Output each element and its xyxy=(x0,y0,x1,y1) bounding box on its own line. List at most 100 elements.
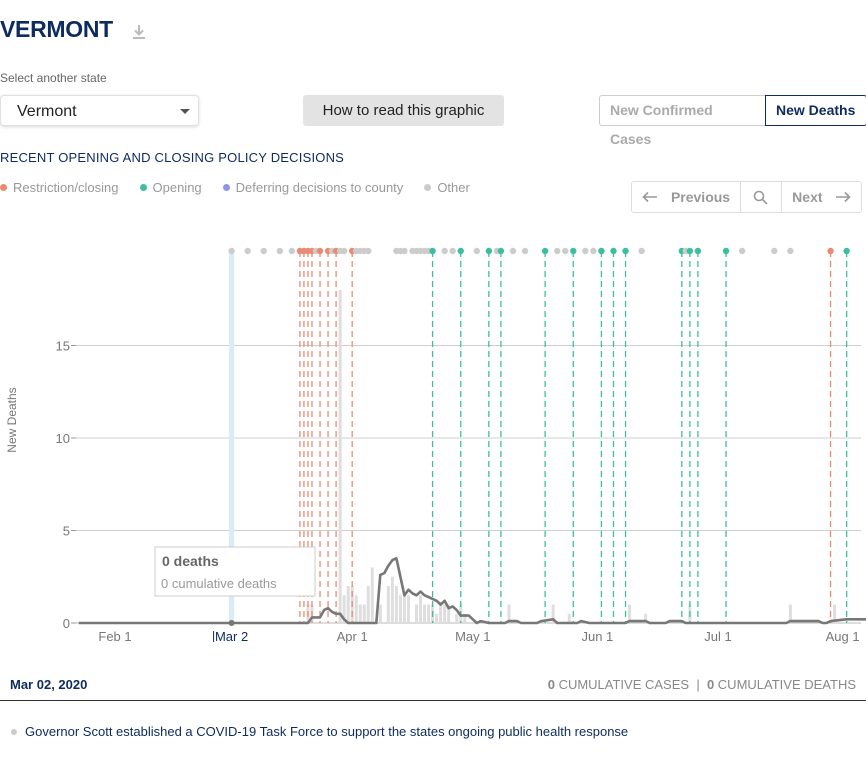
daily-bar xyxy=(435,613,439,623)
daily-bar xyxy=(455,613,459,623)
other-policy-dot xyxy=(473,247,480,255)
opening-policy-dot xyxy=(694,247,702,255)
legend-label: Other xyxy=(437,180,470,195)
daily-bar xyxy=(427,604,431,623)
other-policy-dot xyxy=(340,247,348,255)
opening-policy-dot xyxy=(457,247,464,255)
x-tick-label: Apr 1 xyxy=(337,629,368,644)
closing-policy-dot xyxy=(316,247,324,255)
cumulative-totals: 0 CUMULATIVE CASES | 0 CUMULATIVE DEATHS xyxy=(548,677,856,692)
legend-label: Deferring decisions to county xyxy=(235,180,404,195)
opening-policy-dot xyxy=(485,247,493,255)
daily-bar xyxy=(390,576,394,623)
next-button[interactable]: Next xyxy=(782,182,861,212)
other-policy-dot xyxy=(244,247,251,255)
opening-policy-dot xyxy=(843,247,850,255)
chevron-down-icon xyxy=(180,109,190,114)
daily-bar xyxy=(338,290,342,623)
other-policy-dot xyxy=(771,247,778,255)
arrow-right-icon xyxy=(835,191,851,203)
legend-label: Restriction/closing xyxy=(13,180,119,195)
opening-policy-dot xyxy=(622,247,629,255)
cumulative-cases-value: 0 xyxy=(547,677,555,692)
closing-policy-dot xyxy=(827,247,834,255)
event-pager: Previous Next xyxy=(631,181,862,213)
daily-bar xyxy=(366,586,370,623)
daily-bar xyxy=(406,595,410,623)
legend-item-closing: Restriction/closing xyxy=(0,180,119,195)
arrow-left-icon xyxy=(642,191,657,203)
county-dot-icon xyxy=(222,184,230,191)
y-tick-label: 5 xyxy=(63,524,70,539)
daily-bar xyxy=(346,586,350,623)
tooltip-cumulative: 0 cumulative deaths xyxy=(161,576,277,591)
other-dot-icon xyxy=(11,728,17,735)
daily-bar xyxy=(358,604,362,623)
other-policy-dot xyxy=(276,247,284,255)
other-policy-dot xyxy=(787,247,794,255)
other-policy-dot xyxy=(365,247,372,255)
selected-point xyxy=(228,620,235,626)
daily-bar xyxy=(354,595,358,623)
other-policy-dot xyxy=(260,247,267,255)
x-tick-label: Jul 1 xyxy=(704,629,731,644)
new-deaths-tab[interactable]: New Deaths xyxy=(765,95,866,126)
daily-bar xyxy=(370,567,374,623)
chart-tooltip: 0 deaths 0 cumulative deaths xyxy=(154,546,316,597)
policy-event-text: Governor Scott established a COVID-19 Ta… xyxy=(25,724,629,739)
page-title: VERMONT xyxy=(0,16,113,42)
opening-policy-dot xyxy=(722,247,730,255)
other-policy-dot xyxy=(509,247,517,255)
daily-bar xyxy=(415,604,418,623)
state-select-value: Vermont xyxy=(17,103,77,120)
x-tick-label: May 1 xyxy=(455,629,490,644)
other-policy-dot xyxy=(449,247,456,255)
previous-label: Previous xyxy=(670,189,731,205)
policy-event-item[interactable]: Governor Scott established a COVID-19 Ta… xyxy=(11,724,628,739)
tooltip-value: 0 deaths xyxy=(162,553,219,569)
opening-policy-dot xyxy=(686,247,694,255)
other-policy-dot xyxy=(638,247,645,255)
x-tick-label: Feb 1 xyxy=(98,629,131,644)
state-select[interactable]: Vermont xyxy=(0,95,199,126)
other-policy-dot xyxy=(441,247,448,255)
opening-dot-icon xyxy=(139,184,147,191)
next-label: Next xyxy=(792,189,823,205)
other-policy-dot xyxy=(401,247,408,255)
other-policy-dot xyxy=(554,247,561,255)
other-policy-dot xyxy=(562,247,569,255)
y-tick-label: 10 xyxy=(56,431,70,446)
daily-bar xyxy=(378,604,382,623)
other-policy-dot xyxy=(521,247,529,255)
other-policy-dot xyxy=(590,247,597,255)
y-tick-label: 0 xyxy=(63,616,70,631)
search-icon xyxy=(754,190,768,205)
x-tick-label: Mar 2 xyxy=(215,629,248,644)
opening-policy-dot xyxy=(598,247,605,255)
x-tick-label: Jun 1 xyxy=(581,629,613,644)
daily-bar xyxy=(394,586,398,623)
opening-policy-dot xyxy=(497,247,505,255)
opening-policy-dot xyxy=(570,247,577,255)
how-to-read-button[interactable]: How to read this graphic xyxy=(303,95,504,126)
legend-item-opening: Opening xyxy=(139,180,202,195)
x-tick-label: Aug 1 xyxy=(826,629,860,644)
metric-toggle: New Confirmed Cases New Deaths xyxy=(599,95,866,147)
policy-legend: Restriction/closing Opening Deferring de… xyxy=(0,180,491,195)
other-policy-dot xyxy=(738,247,746,255)
state-select-label: Select another state xyxy=(0,71,107,85)
opening-policy-dot xyxy=(429,247,436,255)
policy-section-title: RECENT OPENING AND CLOSING POLICY DECISI… xyxy=(0,150,345,165)
y-axis-label: New Deaths xyxy=(5,387,19,452)
download-icon[interactable] xyxy=(131,22,147,42)
other-policy-dot xyxy=(288,247,296,255)
daily-bar xyxy=(402,595,406,623)
search-button[interactable] xyxy=(741,182,782,212)
cumulative-deaths-value: 0 xyxy=(706,677,715,692)
previous-button[interactable]: Previous xyxy=(632,182,742,212)
daily-bar xyxy=(419,595,423,623)
cumulative-deaths-label: CUMULATIVE DEATHS xyxy=(717,677,856,692)
daily-bar xyxy=(423,604,427,623)
other-policy-dot xyxy=(228,247,235,255)
new-confirmed-cases-tab[interactable]: New Confirmed Cases xyxy=(599,95,765,147)
